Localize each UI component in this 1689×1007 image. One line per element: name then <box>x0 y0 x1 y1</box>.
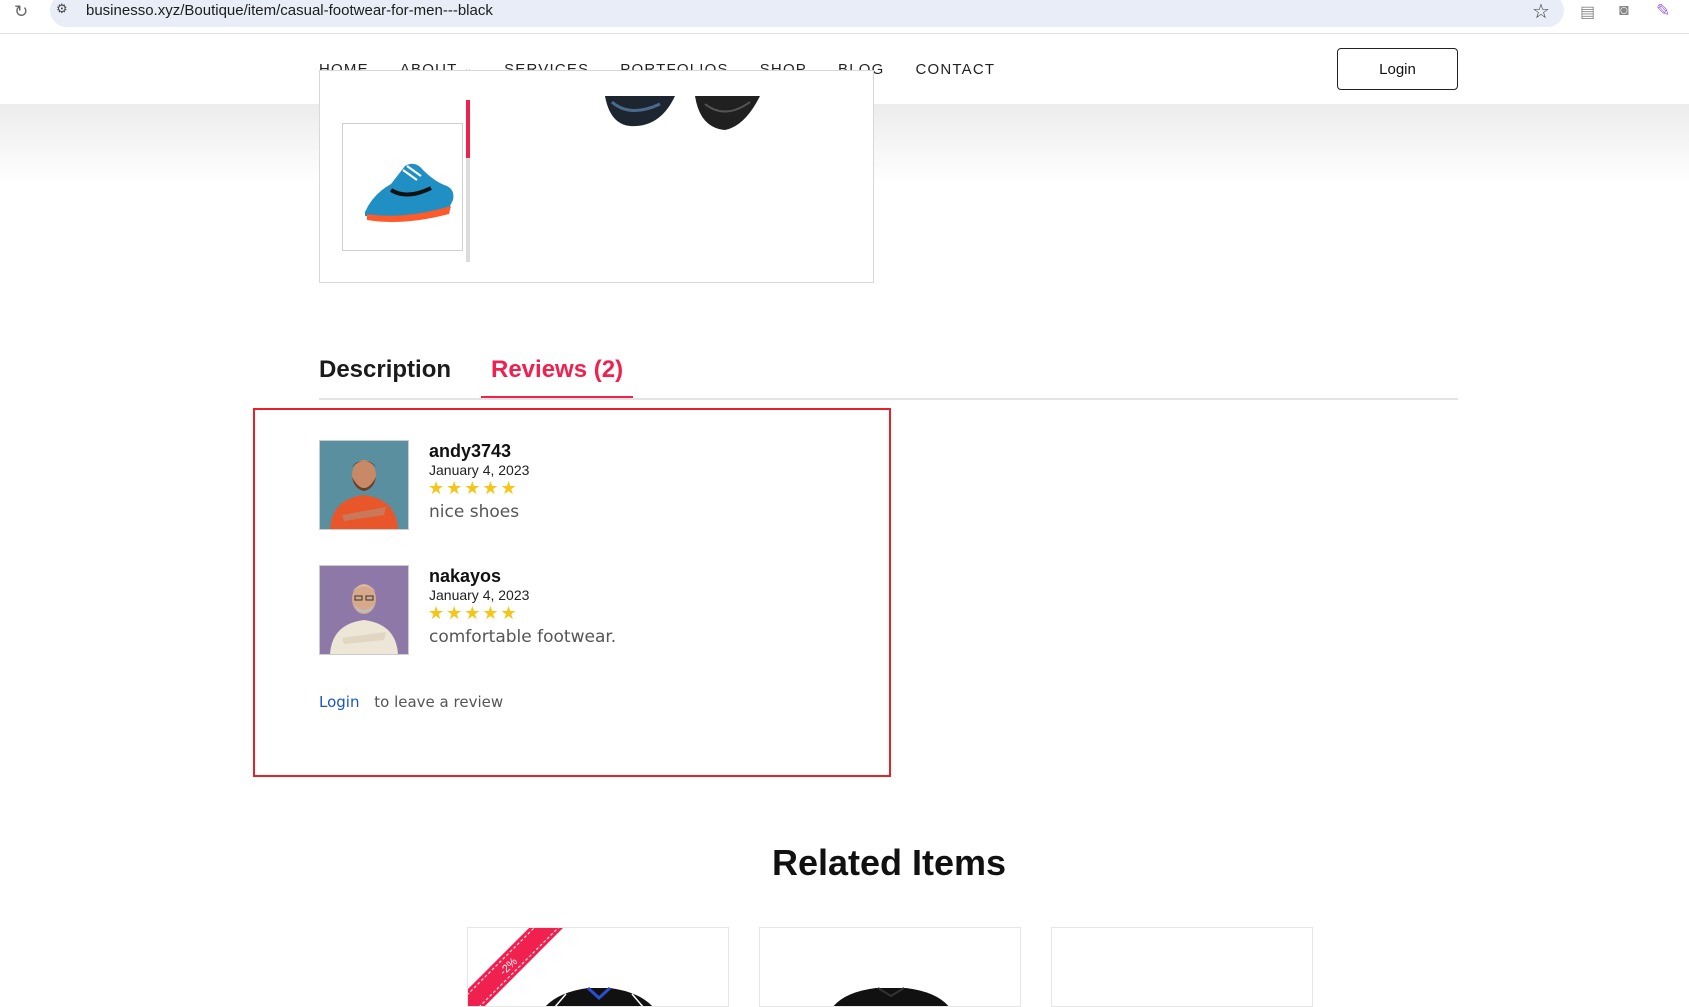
browser-toolbar: ↻ ⚙ businesso.xyz/Boutique/item/casual-f… <box>0 0 1689 34</box>
tab-reviews[interactable]: Reviews (2) <box>491 356 623 384</box>
bookmark-star-icon[interactable]: ☆ <box>1532 0 1550 24</box>
avatar <box>319 565 409 655</box>
related-item-image <box>833 987 949 1006</box>
avatar <box>319 440 409 530</box>
login-button[interactable]: Login <box>1337 48 1458 90</box>
product-thumbnail[interactable] <box>342 123 463 251</box>
tab-description[interactable]: Description <box>319 356 451 384</box>
reload-icon[interactable]: ↻ <box>14 2 28 22</box>
related-item-card[interactable] <box>759 927 1021 1007</box>
review-login-prompt: Login to leave a review <box>319 693 503 711</box>
review-text: nice shoes <box>429 502 520 522</box>
camera-extension-icon[interactable]: ◙ <box>1619 2 1629 20</box>
main-product-image <box>605 96 760 130</box>
review-text: comfortable footwear. <box>429 627 617 647</box>
related-item-card[interactable] <box>1051 927 1313 1007</box>
nav-contact[interactable]: CONTACT <box>916 61 996 78</box>
clipboard-extension-icon[interactable]: ▤ <box>1580 2 1595 22</box>
pen-extension-icon[interactable]: ✎ <box>1656 1 1670 21</box>
related-item-card[interactable]: -2% <box>467 927 729 1007</box>
product-tabs: Description Reviews (2) <box>319 352 1458 400</box>
thumbnail-scrollbar-thumb[interactable] <box>466 100 470 158</box>
reviewer-name: nakayos <box>429 566 502 586</box>
star-rating: ★★★★★ <box>428 603 519 624</box>
review-login-text: to leave a review <box>374 693 504 711</box>
related-items-title: Related Items <box>771 842 1007 883</box>
site-settings-icon[interactable]: ⚙ <box>56 2 68 17</box>
star-rating: ★★★★★ <box>428 478 519 499</box>
review-date: January 4, 2023 <box>429 587 530 603</box>
review-login-link[interactable]: Login <box>319 693 359 711</box>
reviewer-name: andy3743 <box>429 441 512 461</box>
active-tab-indicator <box>481 396 633 398</box>
url-text[interactable]: businesso.xyz/Boutique/item/casual-footw… <box>86 2 493 19</box>
review-date: January 4, 2023 <box>429 462 530 478</box>
